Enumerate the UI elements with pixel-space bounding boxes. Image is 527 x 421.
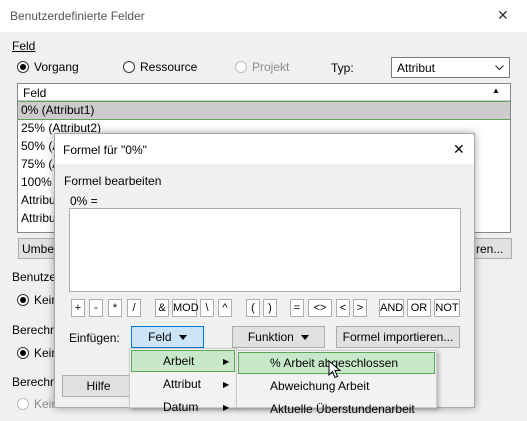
list-header: Feld — [18, 84, 510, 101]
import-formula-button[interactable]: Formel importieren... — [336, 326, 460, 348]
op-equals-button[interactable]: = — [290, 299, 304, 317]
insert-label: Einfügen: — [69, 331, 120, 345]
op-open-paren-button[interactable]: ( — [246, 299, 260, 317]
function-button[interactable]: Funktion — [232, 326, 325, 348]
menu-item-work-variance[interactable]: Abweichung Arbeit — [270, 374, 369, 398]
op-divide-button[interactable]: / — [127, 299, 141, 317]
menu-item-datum[interactable]: Datum — [163, 395, 198, 419]
menu-item-actual-overtime-work[interactable]: Aktuelle Überstundenarbeit — [270, 397, 415, 421]
op-power-button[interactable]: ^ — [218, 299, 232, 317]
radio-calc-none[interactable] — [17, 347, 29, 359]
list-item[interactable]: 0% (Attribut1) — [18, 101, 510, 120]
radio-resource-label: Ressource — [140, 60, 198, 74]
op-greater-button[interactable]: > — [353, 299, 367, 317]
menu-item-arbeit[interactable]: Arbeit — [163, 349, 194, 373]
radio-project-label: Projekt — [252, 60, 290, 74]
field-group-label: Feld — [12, 39, 36, 53]
op-not-equal-button[interactable]: <> — [308, 299, 332, 317]
menu-item-attribut[interactable]: Attribut — [163, 372, 201, 396]
user-section-label: Benutze — [12, 270, 57, 284]
help-button[interactable]: Hilfe — [62, 375, 135, 397]
outer-title: Benutzerdefinierte Felder — [10, 9, 145, 23]
op-less-button[interactable]: < — [336, 299, 350, 317]
formula-title: Formel für "0%" — [63, 143, 147, 157]
type-select[interactable]: Attribut — [391, 57, 510, 78]
op-multiply-button[interactable]: * — [108, 299, 122, 317]
chevron-down-icon — [301, 335, 310, 341]
radio-calc2-none[interactable] — [17, 398, 29, 410]
type-select-value: Attribut — [397, 61, 436, 75]
chevron-right-icon: ▶ — [223, 380, 230, 389]
field-button-label: Feld — [148, 330, 172, 344]
outer-title-bar: Benutzerdefinierte Felder ✕ — [0, 0, 527, 32]
field-button[interactable]: Feld — [131, 326, 204, 348]
op-plus-button[interactable]: + — [71, 299, 85, 317]
list-header-label: Feld — [23, 86, 47, 100]
function-button-label: Funktion — [247, 330, 294, 344]
list-item[interactable]: Attribu — [18, 191, 56, 209]
op-not-button[interactable]: NOT — [434, 299, 460, 317]
type-label: Typ: — [331, 61, 354, 75]
mouse-cursor-icon — [328, 360, 342, 379]
op-and-button[interactable]: AND — [379, 299, 404, 317]
op-minus-button[interactable]: - — [89, 299, 103, 317]
calc2-section-label: Berechn — [12, 375, 57, 389]
op-close-paren-button[interactable]: ) — [263, 299, 277, 317]
radio-task-label: Vorgang — [34, 60, 79, 74]
radio-task[interactable] — [17, 61, 29, 73]
radio-user-none[interactable] — [17, 294, 29, 306]
chevron-down-icon — [495, 65, 504, 71]
list-item[interactable]: Attribu — [18, 209, 56, 227]
formula-button[interactable]: ren... — [472, 238, 512, 259]
close-icon[interactable]: ✕ — [497, 7, 509, 24]
formula-title-bar: Formel für "0%" ✕ — [55, 134, 474, 164]
formula-prefix: 0% = — [70, 194, 98, 208]
formula-textarea[interactable] — [69, 208, 461, 292]
rename-button[interactable]: Umbe — [18, 238, 58, 259]
radio-resource[interactable] — [123, 61, 135, 73]
formula-edit-label: Formel bearbeiten — [64, 174, 162, 188]
op-mod-button[interactable]: MOD — [172, 299, 199, 317]
close-icon[interactable]: ✕ — [453, 141, 465, 158]
radio-project[interactable] — [235, 61, 247, 73]
calc-section-label: Berechn — [12, 323, 57, 337]
chevron-down-icon — [178, 335, 187, 341]
field-menu: Arbeit ▶ Attribut ▶ Datum ▶ — [129, 348, 237, 414]
op-backslash-button[interactable]: \ — [200, 299, 214, 317]
op-or-button[interactable]: OR — [407, 299, 431, 317]
op-concat-button[interactable]: & — [155, 299, 169, 317]
sort-up-icon: ▲ — [492, 86, 500, 95]
chevron-right-icon: ▶ — [223, 357, 230, 366]
list-item[interactable]: 100% ( — [18, 173, 59, 191]
